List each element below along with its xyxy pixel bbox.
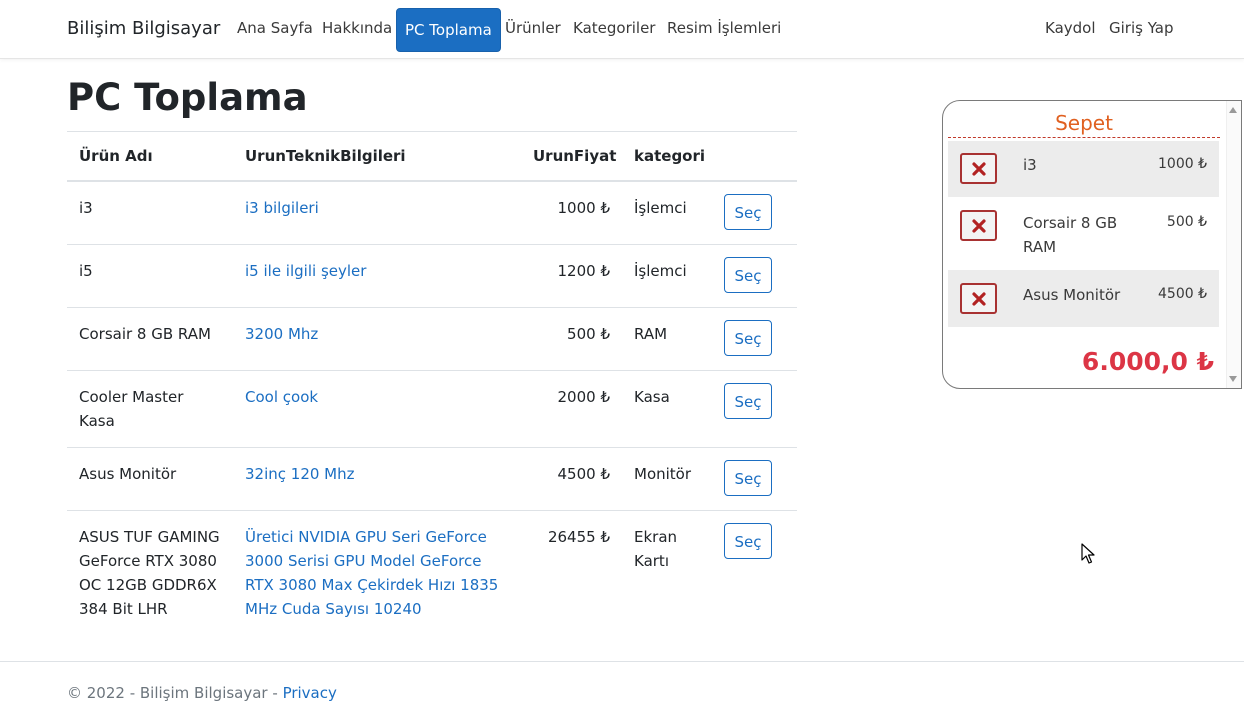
table-row: i5 i5 ile ilgili şeyler 1200 ₺ İşlemci S… xyxy=(67,244,797,308)
close-icon xyxy=(971,291,986,306)
product-name: Asus Monitör xyxy=(67,447,233,511)
select-button[interactable]: Seç xyxy=(724,383,772,419)
table-row: Cooler Master Kasa Cool çook 2000 ₺ Kasa… xyxy=(67,370,797,448)
product-price: 1000 ₺ xyxy=(521,181,622,245)
product-category: İşlemci xyxy=(622,244,712,308)
cart-item: Corsair 8 GB RAM 500 ₺ xyxy=(948,197,1219,270)
table-row: Asus Monitör 32inç 120 Mhz 4500 ₺ Monitö… xyxy=(67,447,797,511)
close-icon xyxy=(971,218,986,233)
table-row: ASUS TUF GAMING GeForce RTX 3080 OC 12GB… xyxy=(67,511,797,636)
scroll-down-arrow-icon[interactable] xyxy=(1229,376,1237,382)
cart-item-name: Asus Monitör xyxy=(1023,286,1121,304)
product-name: Cooler Master Kasa xyxy=(67,370,233,448)
close-icon xyxy=(971,161,986,176)
product-price: 26455 ₺ xyxy=(547,528,610,546)
cart-item-name: Corsair 8 GB RAM xyxy=(1023,214,1118,256)
remove-item-button[interactable] xyxy=(960,153,997,184)
footer: © 2022 - Bilişim Bilgisayar - Privacy xyxy=(0,661,1244,723)
navbar-brand[interactable]: Bilişim Bilgisayar xyxy=(67,18,220,39)
header-fiyat: UrunFiyat xyxy=(521,131,622,182)
cart-total: 6.000,0 ₺ xyxy=(1081,347,1214,376)
product-category: Kasa xyxy=(622,370,712,448)
cart-title: Sepet xyxy=(1055,111,1113,135)
cart-scrollbar[interactable] xyxy=(1226,101,1241,388)
header-kategori: kategori xyxy=(622,131,712,182)
nav-link-resim-islemleri[interactable]: Resim İşlemleri xyxy=(667,19,781,37)
cart-item-name: i3 xyxy=(1023,156,1037,174)
nav-link-kategoriler[interactable]: Kategoriler xyxy=(573,19,655,37)
product-info-link[interactable]: Üretici NVIDIA GPU Seri GeForce 3000 Ser… xyxy=(245,528,498,618)
product-price: 500 ₺ xyxy=(521,307,622,371)
product-info-link[interactable]: 32inç 120 Mhz xyxy=(245,465,355,483)
remove-item-button[interactable] xyxy=(960,210,997,241)
select-button[interactable]: Seç xyxy=(724,194,772,230)
cart-item: i3 1000 ₺ xyxy=(948,141,1219,197)
products-table: Ürün Adı UrunTeknikBilgileri UrunFiyat k… xyxy=(67,131,797,635)
product-info-link[interactable]: i5 ile ilgili şeyler xyxy=(245,262,366,280)
product-price: 2000 ₺ xyxy=(521,370,622,448)
footer-text: © 2022 - Bilişim Bilgisayar - Privacy xyxy=(67,684,337,702)
product-category: RAM xyxy=(622,307,712,371)
product-info-link[interactable]: i3 bilgileri xyxy=(245,199,319,217)
mouse-cursor-icon xyxy=(1081,543,1095,564)
page-title: PC Toplama xyxy=(67,76,308,119)
header-teknik-bilgiler: UrunTeknikBilgileri xyxy=(233,131,521,182)
product-info-link[interactable]: Cool çook xyxy=(245,388,318,406)
remove-item-button[interactable] xyxy=(960,283,997,314)
product-name: i5 xyxy=(67,244,233,308)
navbar: Bilişim Bilgisayar Ana Sayfa Hakkında PC… xyxy=(0,0,1244,59)
nav-link-pc-toplama[interactable]: PC Toplama xyxy=(396,8,501,52)
product-info-link[interactable]: 3200 Mhz xyxy=(245,325,318,343)
product-name: Corsair 8 GB RAM xyxy=(67,307,233,371)
select-button[interactable]: Seç xyxy=(724,257,772,293)
product-category: Ekran Kartı xyxy=(634,528,678,570)
cart-item: Asus Monitör 4500 ₺ xyxy=(948,270,1219,327)
table-header-row: Ürün Adı UrunTeknikBilgileri UrunFiyat k… xyxy=(67,131,797,182)
product-category: İşlemci xyxy=(622,181,712,245)
nav-link-kaydol[interactable]: Kaydol xyxy=(1045,19,1096,37)
product-price: 1200 ₺ xyxy=(521,244,622,308)
nav-link-urunler[interactable]: Ürünler xyxy=(505,19,561,37)
footer-copyright: © 2022 - Bilişim Bilgisayar - xyxy=(67,684,283,702)
nav-link-ana-sayfa[interactable]: Ana Sayfa xyxy=(237,19,313,37)
select-button[interactable]: Seç xyxy=(724,523,772,559)
table-row: Corsair 8 GB RAM 3200 Mhz 500 ₺ RAM Seç xyxy=(67,307,797,371)
product-name: ASUS TUF GAMING GeForce RTX 3080 OC 12GB… xyxy=(79,528,220,618)
header-urun-adi: Ürün Adı xyxy=(67,131,233,182)
header-actions xyxy=(712,131,797,182)
cart-item-price: 1000 ₺ xyxy=(1158,156,1207,172)
product-name: i3 xyxy=(67,181,233,245)
nav-link-giris-yap[interactable]: Giriş Yap xyxy=(1109,19,1174,37)
product-category: Monitör xyxy=(622,447,712,511)
nav-link-hakkinda[interactable]: Hakkında xyxy=(322,19,392,37)
product-price: 4500 ₺ xyxy=(521,447,622,511)
select-button[interactable]: Seç xyxy=(724,320,772,356)
cart-panel: Sepet i3 1000 ₺ Corsair 8 GB RAM 500 ₺ A… xyxy=(942,100,1242,389)
table-row: i3 i3 bilgileri 1000 ₺ İşlemci Seç xyxy=(67,181,797,245)
cart-divider xyxy=(948,137,1220,138)
scroll-up-arrow-icon[interactable] xyxy=(1229,107,1237,113)
cart-item-price: 500 ₺ xyxy=(1166,214,1207,230)
privacy-link[interactable]: Privacy xyxy=(283,684,337,702)
cart-item-price: 4500 ₺ xyxy=(1158,286,1207,302)
select-button[interactable]: Seç xyxy=(724,460,772,496)
